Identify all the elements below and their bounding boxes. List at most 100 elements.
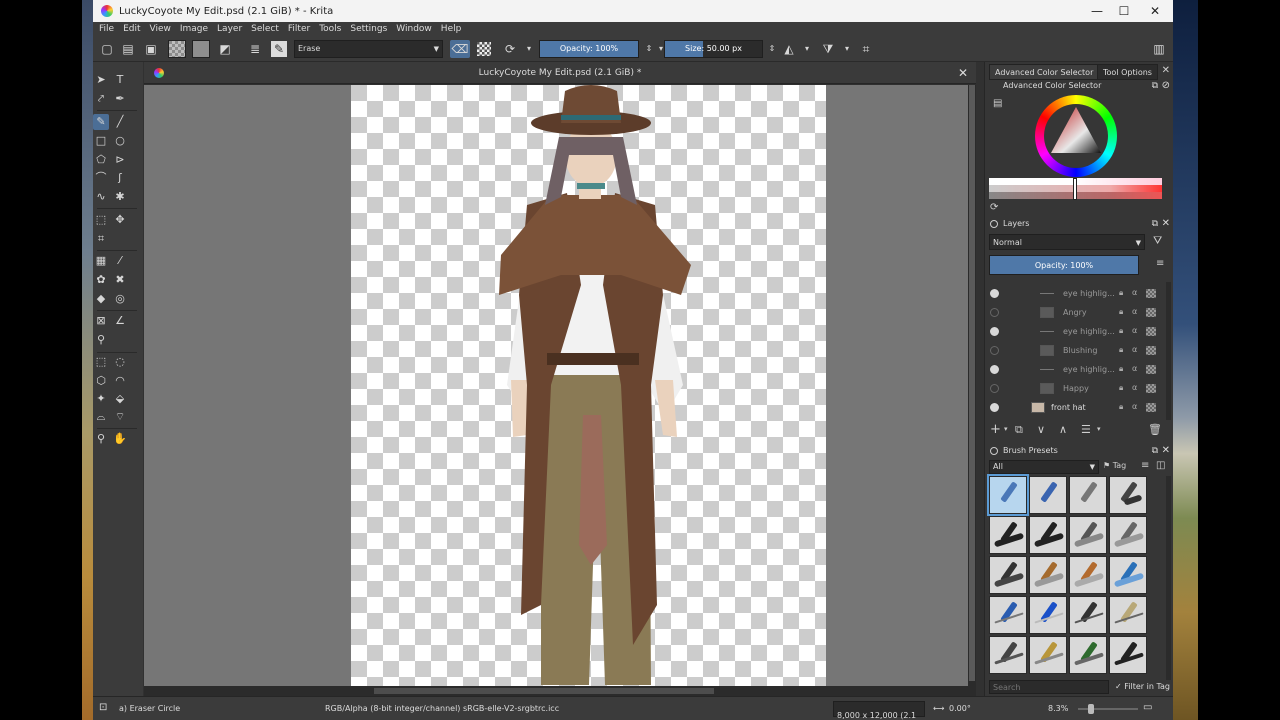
alpha-lock-icon[interactable]: α — [1132, 307, 1137, 316]
line-tool-icon[interactable]: ╱ — [112, 114, 128, 130]
alpha-lock-icon[interactable]: α — [1132, 326, 1137, 335]
assistant-tool-icon[interactable]: ⊠ — [93, 313, 109, 329]
brush-preset[interactable] — [989, 516, 1027, 554]
vertical-scrollbar[interactable] — [968, 85, 976, 686]
brush-preset-eraser[interactable] — [987, 474, 1029, 516]
menu-view[interactable]: View — [150, 24, 171, 34]
color-space-label[interactable]: RGB/Alpha (8-bit integer/channel) sRGB-e… — [325, 704, 559, 713]
brush-preset[interactable] — [1069, 516, 1107, 554]
document-tab[interactable]: LuckyCoyote My Edit.psd (2.1 GiB) * ✕ — [144, 62, 976, 84]
bezier-curve-tool-icon[interactable]: ⌒ — [93, 170, 109, 186]
brush-preset-icon[interactable]: ✎ — [271, 41, 287, 57]
fill-tool-icon[interactable]: ◆ — [93, 291, 109, 307]
inherit-alpha-icon[interactable] — [1146, 327, 1156, 336]
zoom-label[interactable]: 8.3% — [1048, 704, 1068, 713]
menu-image[interactable]: Image — [180, 24, 208, 34]
move-layer-down-icon[interactable]: ∨ — [1037, 423, 1045, 436]
saturation-triangle[interactable] — [1035, 95, 1117, 177]
brush-preset[interactable] — [989, 556, 1027, 594]
tab-advanced-color-selector[interactable]: Advanced Color Selector — [989, 64, 1100, 80]
multibrush-tool-icon[interactable]: ✱ — [112, 189, 128, 205]
lock-icon[interactable]: 🔒︎ — [1119, 307, 1123, 317]
color-selector-menu-icon[interactable]: ▤ — [993, 98, 1002, 109]
layer-row[interactable]: front hat 🔒︎ α — [985, 398, 1167, 417]
close-brush-presets-icon[interactable]: ✕ — [1162, 444, 1170, 458]
menu-help[interactable]: Help — [441, 24, 462, 34]
rectangular-selection-tool-icon[interactable]: ⬚ — [93, 354, 109, 370]
alpha-lock-icon[interactable]: α — [1132, 288, 1137, 297]
menu-file[interactable]: File — [99, 24, 114, 34]
crop-tool-icon[interactable]: ⌗ — [93, 231, 109, 247]
rectangle-tool-icon[interactable]: □ — [93, 133, 109, 149]
colorize-mask-tool-icon[interactable]: ✿ — [93, 272, 109, 288]
select-shapes-tool-icon[interactable]: ➤ — [93, 72, 109, 88]
brush-preset[interactable] — [1069, 636, 1107, 674]
eye-icon[interactable] — [990, 327, 999, 336]
polygon-tool-icon[interactable]: ⬠ — [93, 152, 109, 168]
inherit-alpha-icon[interactable] — [1146, 346, 1156, 355]
float-layers-icon[interactable]: ⧉ — [1152, 217, 1158, 231]
alpha-lock-icon[interactable]: α — [1132, 402, 1137, 411]
layer-menu-icon[interactable]: ≡ — [1156, 258, 1164, 269]
new-document-icon[interactable]: ▢ — [99, 41, 115, 57]
properties-dropdown-icon[interactable]: ▾ — [1097, 425, 1101, 433]
brush-preset[interactable] — [989, 596, 1027, 634]
alpha-lock-icon[interactable]: α — [1132, 345, 1137, 354]
open-document-icon[interactable]: ▤ — [120, 41, 136, 57]
mirror-v-dropdown-icon[interactable]: ▾ — [839, 41, 855, 57]
tag-button[interactable]: ⚑ Tag — [1103, 461, 1126, 470]
inherit-alpha-icon[interactable] — [1146, 384, 1156, 393]
text-tool-icon[interactable]: T — [112, 72, 128, 88]
swap-colors-icon[interactable]: ◩ — [217, 41, 233, 57]
brush-options-icon[interactable]: ◫ — [1156, 460, 1165, 471]
no-entry-icon[interactable]: ⊘ — [1162, 79, 1170, 93]
layer-list[interactable]: eye highlig... 🔒︎ α Angry 🔒︎ α eye highl… — [985, 282, 1173, 420]
hue-ring[interactable] — [1035, 95, 1117, 177]
menu-tools[interactable]: Tools — [319, 24, 341, 34]
fullscreen-icon[interactable]: ▭ — [1143, 702, 1152, 713]
float-brush-presets-icon[interactable]: ⧉ — [1152, 444, 1158, 458]
bezier-selection-tool-icon[interactable]: ⌓ — [93, 409, 109, 425]
menu-filter[interactable]: Filter — [288, 24, 310, 34]
layer-row[interactable]: eye highlig... 🔒︎ α — [985, 322, 1167, 341]
delete-layer-icon[interactable]: 🗑︎ — [1148, 423, 1162, 436]
add-layer-icon[interactable]: + — [990, 422, 1001, 437]
contiguous-selection-tool-icon[interactable]: ✦ — [93, 391, 109, 407]
horizontal-scrollbar[interactable] — [144, 686, 976, 696]
inherit-alpha-icon[interactable] — [1146, 365, 1156, 374]
move-tool-icon[interactable]: ✥ — [112, 212, 128, 228]
workspace-icon[interactable]: ▥ — [1151, 41, 1167, 57]
brush-search-input[interactable] — [989, 680, 1109, 694]
calligraphy-tool-icon[interactable]: ✒ — [112, 91, 128, 107]
color-picker-tool-icon[interactable]: ⁄ — [112, 253, 128, 269]
blend-mode-dropdown[interactable]: Erase ▼ — [294, 40, 443, 58]
layer-blend-mode-dropdown[interactable]: Normal ▼ — [989, 234, 1145, 250]
freehand-selection-tool-icon[interactable]: ◠ — [112, 373, 128, 389]
brush-preset[interactable] — [1029, 636, 1067, 674]
add-layer-dropdown-icon[interactable]: ▾ — [1004, 425, 1008, 433]
brush-view-menu-icon[interactable]: ≡ — [1141, 460, 1149, 471]
close-layers-icon[interactable]: ✕ — [1162, 217, 1170, 231]
lock-icon[interactable]: 🔒︎ — [1119, 326, 1123, 336]
brush-preset[interactable] — [1029, 596, 1067, 634]
reload-dropdown-icon[interactable]: ▾ — [521, 41, 537, 57]
filter-in-tag-checkbox[interactable]: ✓ Filter in Tag — [1115, 682, 1170, 691]
zoom-slider[interactable] — [1078, 704, 1138, 714]
menu-select[interactable]: Select — [251, 24, 279, 34]
eraser-mode-icon[interactable]: ⌫ — [450, 40, 470, 58]
inherit-alpha-icon[interactable] — [1146, 403, 1156, 412]
smart-patch-tool-icon[interactable]: ✖ — [112, 272, 128, 288]
brush-preset-grid[interactable] — [987, 474, 1153, 680]
mirror-vertical-icon[interactable]: ⧩ — [820, 41, 836, 57]
alpha-lock-icon[interactable]: α — [1132, 364, 1137, 373]
gradient-selector-icon[interactable] — [168, 40, 186, 58]
close-button[interactable]: ✕ — [1139, 0, 1171, 22]
lock-icon[interactable]: 🔒︎ — [1119, 364, 1123, 374]
pan-tool-icon[interactable]: ✋ — [112, 431, 128, 447]
brush-preset[interactable] — [1069, 596, 1107, 634]
wrap-around-icon[interactable]: ⌗ — [858, 41, 874, 57]
brush-preset[interactable] — [1109, 556, 1147, 594]
inherit-alpha-icon[interactable] — [1146, 289, 1156, 298]
layer-row[interactable]: eye highlig... 🔒︎ α — [985, 360, 1167, 379]
tab-tool-options[interactable]: Tool Options — [1097, 64, 1158, 80]
